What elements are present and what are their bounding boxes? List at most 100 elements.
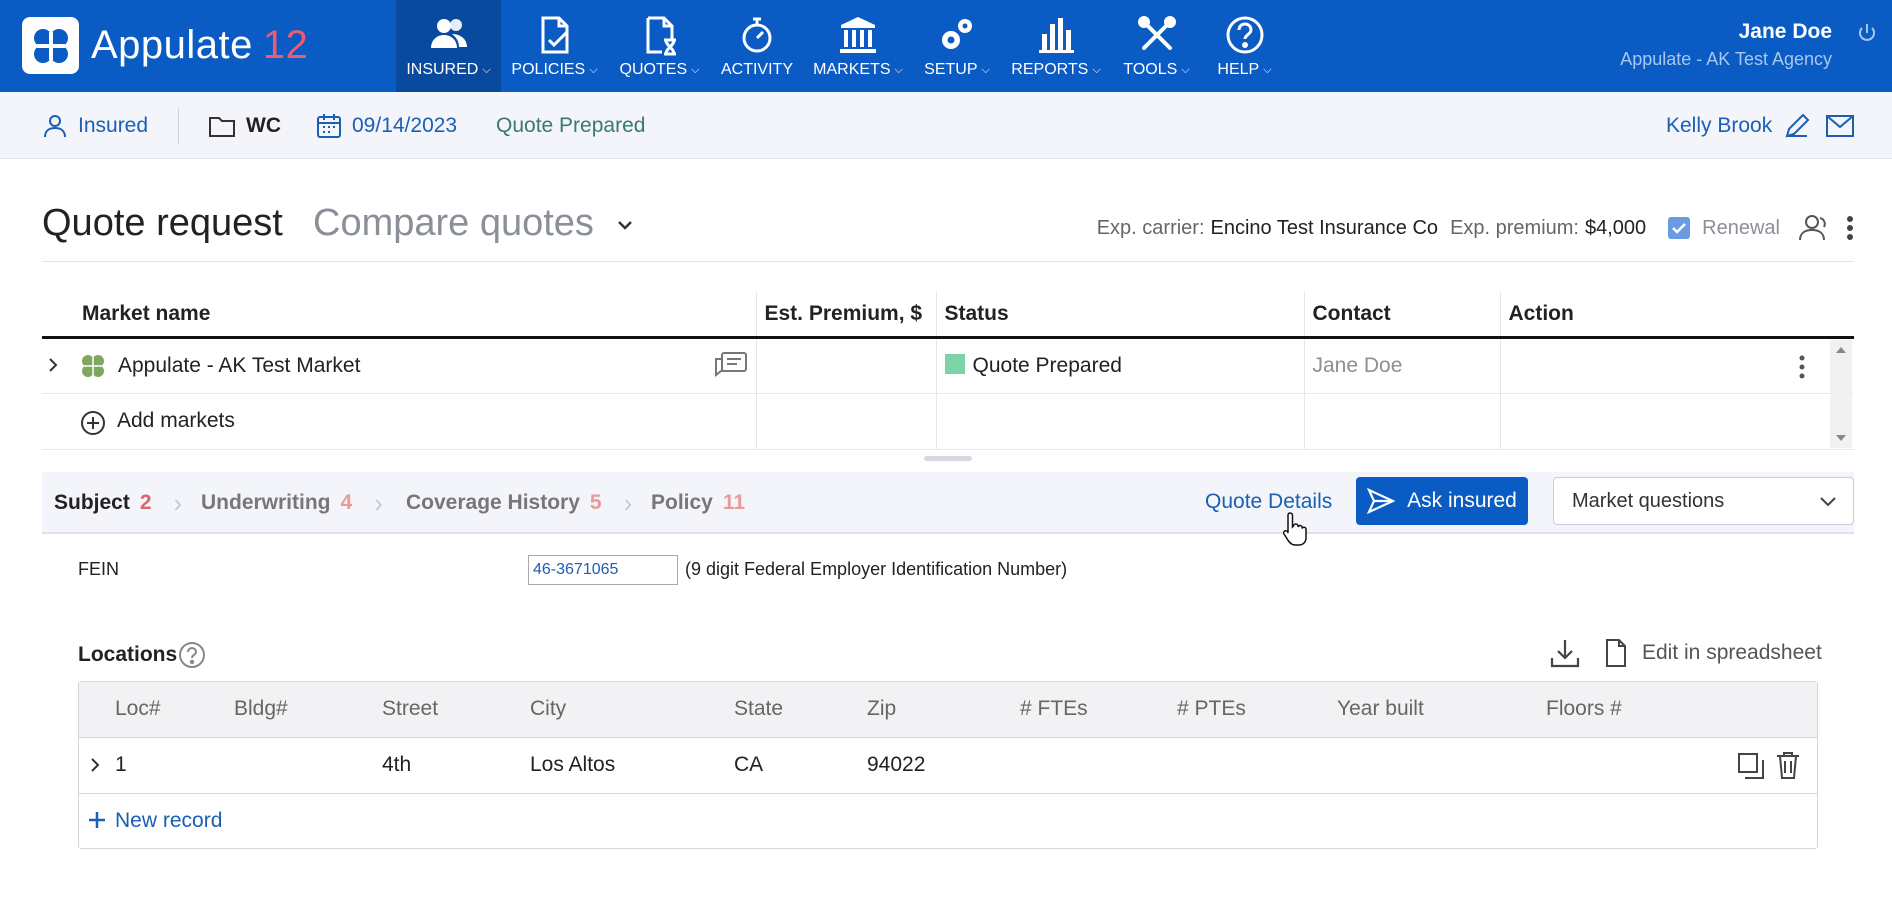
col-street[interactable]: Street	[382, 697, 438, 721]
user-menu[interactable]: Jane Doe Appulate - AK Test Agency	[1620, 20, 1832, 70]
table-row[interactable]: 1 4th Los Altos CA 94022	[79, 738, 1817, 794]
nav-policies[interactable]: POLICIES ⌵	[501, 0, 608, 92]
market-name[interactable]: Appulate - AK Test Market	[118, 354, 360, 378]
tab-subject[interactable]: Subject 2 ›	[54, 472, 182, 534]
copy-icon[interactable]	[1736, 751, 1766, 781]
more-vertical-icon[interactable]	[1846, 215, 1854, 241]
document-icon	[1606, 639, 1626, 667]
checkbox-checked-icon	[1668, 217, 1691, 239]
app-name: Appulate 12	[91, 23, 309, 67]
nav-help[interactable]: HELP ⌵	[1202, 0, 1287, 92]
bar-chart-icon	[1039, 18, 1074, 53]
fein-label: FEIN	[78, 559, 120, 579]
lob-folder[interactable]: WC	[208, 92, 281, 159]
expiring-carrier: Encino Test Insurance Co	[1210, 216, 1439, 239]
ask-insured-button[interactable]: Ask insured	[1356, 477, 1528, 525]
col-market-name[interactable]: Market name	[42, 292, 757, 339]
top-navigation: Appulate 12 INSURED ⌵ POLICIES ⌵ QUOTES ⌵ AC…	[0, 0, 1892, 92]
scroll-up-icon[interactable]	[1835, 346, 1847, 354]
pencil-icon[interactable]	[1783, 112, 1811, 140]
clover-logo-icon	[22, 17, 79, 74]
col-ptes[interactable]: # PTEs	[1177, 697, 1246, 721]
hand-cursor-icon	[1282, 512, 1307, 546]
market-contact[interactable]: Jane Doe	[1304, 337, 1501, 394]
cell-city[interactable]: Los Altos	[530, 753, 615, 777]
calendar-icon	[317, 113, 341, 138]
app-logo[interactable]: Appulate 12	[22, 17, 308, 74]
document-check-icon	[541, 16, 568, 54]
tab-coverage-history[interactable]: Coverage History 5 ›	[406, 472, 632, 534]
add-markets-link[interactable]: Add markets	[117, 409, 235, 433]
user-outline-icon[interactable]	[1798, 214, 1830, 242]
plus-icon	[89, 812, 105, 828]
power-icon[interactable]	[1856, 22, 1878, 44]
more-vertical-icon[interactable]	[1798, 355, 1806, 379]
divider	[178, 108, 179, 144]
col-action: Action	[1500, 292, 1854, 339]
col-ftes[interactable]: # FTEs	[1020, 697, 1088, 721]
expand-chevron-icon[interactable]	[89, 756, 101, 774]
cell-state[interactable]: CA	[734, 753, 763, 777]
col-bldg[interactable]: Bldg#	[234, 697, 288, 721]
quote-header: Quote request Compare quotes Exp. carrie…	[42, 196, 1854, 262]
quote-details-link[interactable]: Quote Details	[1205, 490, 1332, 514]
market-status: Quote Prepared	[936, 337, 1305, 394]
table-row[interactable]: Appulate - AK Test Market Quote Prepared…	[42, 337, 1854, 394]
renewal-checkbox[interactable]: Renewal	[1668, 217, 1780, 240]
chevron-down-icon	[617, 221, 632, 230]
comments-icon[interactable]	[714, 351, 748, 387]
nav-setup[interactable]: SETUP ⌵	[913, 0, 1001, 92]
add-circle-icon[interactable]	[80, 410, 106, 436]
download-icon[interactable]	[1548, 636, 1582, 670]
expiring-premium: $4,000	[1585, 216, 1647, 239]
col-loc[interactable]: Loc#	[115, 697, 161, 721]
question-icon	[1226, 16, 1263, 54]
est-premium[interactable]	[756, 337, 937, 394]
cell-loc[interactable]: 1	[115, 753, 127, 777]
gears-icon	[942, 19, 972, 49]
locations-heading: Locations	[78, 643, 178, 666]
edit-in-spreadsheet-button[interactable]: Edit in spreadsheet	[1604, 638, 1822, 668]
tab-policy[interactable]: Policy 11	[651, 472, 745, 534]
nav-reports[interactable]: REPORTS ⌵	[1001, 0, 1111, 92]
expiring-info: Exp. carrier: Encino Test Insurance Co E…	[1097, 214, 1854, 242]
compare-quotes-dropdown[interactable]: Compare quotes	[313, 202, 635, 245]
nav-activity[interactable]: ACTIVITY	[711, 0, 803, 92]
insured-link[interactable]: Insured	[42, 92, 148, 159]
effective-date[interactable]: 09/14/2023	[316, 92, 457, 159]
scroll-down-icon[interactable]	[1835, 434, 1847, 442]
folder-icon	[209, 116, 235, 137]
market-questions-select[interactable]: Market questions	[1553, 477, 1854, 525]
cell-zip[interactable]: 94022	[867, 753, 925, 777]
col-city[interactable]: City	[530, 697, 566, 721]
help-circle-icon[interactable]	[178, 641, 206, 669]
add-markets-row[interactable]: Add markets	[42, 393, 1854, 450]
col-zip[interactable]: Zip	[867, 697, 896, 721]
trash-icon[interactable]	[1775, 750, 1801, 780]
table-scrollbar[interactable]	[1830, 340, 1852, 448]
expand-chevron-icon[interactable]	[46, 355, 60, 381]
chevron-down-icon	[1820, 497, 1836, 507]
col-state[interactable]: State	[734, 697, 783, 721]
page-title: Quote request	[42, 202, 283, 244]
contact-name[interactable]: Kelly Brook	[1666, 92, 1772, 159]
new-record-button[interactable]: New record	[79, 794, 1817, 848]
nav-insured[interactable]: INSURED ⌵	[396, 0, 501, 92]
nav-quotes[interactable]: QUOTES ⌵	[608, 0, 711, 92]
col-floors[interactable]: Floors #	[1546, 697, 1622, 721]
col-contact[interactable]: Contact	[1304, 292, 1501, 339]
resize-handle[interactable]	[924, 456, 972, 461]
document-hourglass-icon	[646, 16, 676, 56]
nav-markets[interactable]: MARKETS ⌵	[803, 0, 913, 92]
users-icon	[430, 19, 467, 48]
mail-icon[interactable]	[1825, 114, 1855, 138]
nav-tools[interactable]: TOOLS ⌵	[1111, 0, 1202, 92]
col-status[interactable]: Status	[936, 292, 1305, 339]
cell-street[interactable]: 4th	[382, 753, 411, 777]
locations-table: Loc# Bldg# Street City State Zip # FTEs …	[78, 681, 1818, 849]
fein-field[interactable]	[528, 555, 678, 585]
col-est-premium[interactable]: Est. Premium, $	[756, 292, 937, 339]
tab-underwriting[interactable]: Underwriting 4 ›	[201, 472, 383, 534]
col-year-built[interactable]: Year built	[1337, 697, 1424, 721]
context-bar: Insured WC 09/14/2023 Quote Prepared Kel…	[0, 92, 1892, 159]
